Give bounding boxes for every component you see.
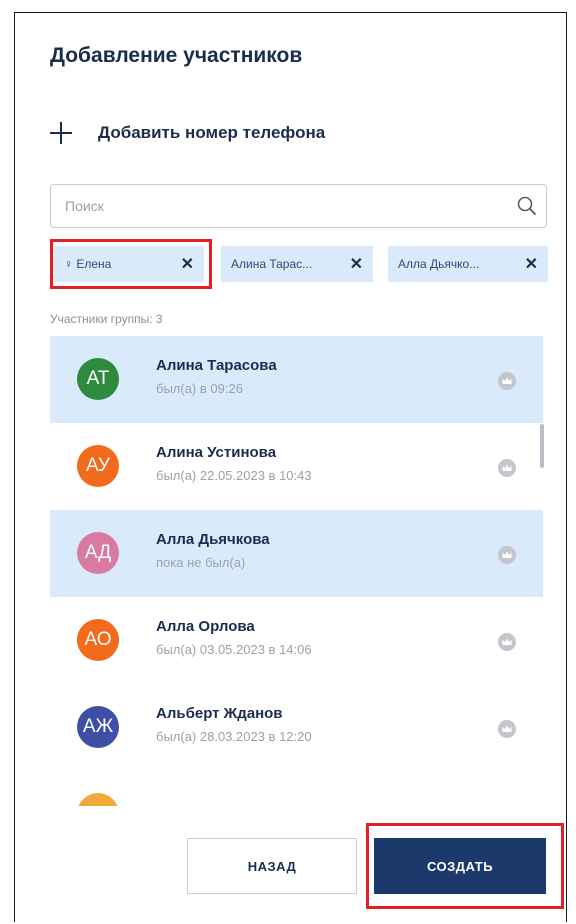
crown-icon[interactable] [498, 720, 516, 738]
contact-name: Алина Устинова [156, 444, 277, 461]
list-item[interactable]: АТ Алина Тарасова был(а) в 09:26 [50, 336, 543, 423]
contact-list: АТ Алина Тарасова был(а) в 09:26 АУ Алин… [50, 336, 543, 806]
avatar: АУ [77, 445, 119, 487]
list-item[interactable]: АУ Алина Устинова был(а) 22.05.2023 в 10… [50, 423, 543, 510]
contact-name: Альберт Жданов [156, 705, 283, 722]
back-button[interactable]: НАЗАД [187, 838, 357, 894]
list-item[interactable]: АО Алла Орлова был(а) 03.05.2023 в 14:06 [50, 597, 543, 684]
avatar: АТ [77, 358, 119, 400]
contact-name: Алла Дьячкова [156, 531, 270, 548]
selected-chips: ♀ Елена ✕ Алина Тарас... ✕ Алла Дьячко..… [50, 246, 550, 282]
close-icon[interactable]: ✕ [181, 254, 194, 274]
list-scrollbar[interactable] [540, 424, 544, 468]
contact-status: пока не был(а) [156, 555, 246, 570]
search-icon[interactable] [516, 195, 538, 217]
crown-icon[interactable] [498, 372, 516, 390]
add-phone-label: Добавить номер телефона [98, 123, 326, 142]
contact-name: Алла Орлова [156, 618, 255, 635]
search-box [50, 184, 547, 228]
chip-label: Алина Тарас... [231, 257, 313, 271]
search-input[interactable] [51, 185, 519, 227]
crown-icon[interactable] [498, 633, 516, 651]
avatar: АД [77, 532, 119, 574]
chip-label: Алла Дьячко... [398, 257, 480, 271]
crown-icon[interactable] [498, 546, 516, 564]
contact-status: был(а) 22.05.2023 в 10:43 [156, 468, 312, 483]
chip[interactable]: Алина Тарас... ✕ [221, 246, 373, 282]
contact-name: Алина Тарасова [156, 357, 277, 374]
create-button[interactable]: СОЗДАТЬ [374, 838, 546, 894]
close-icon[interactable]: ✕ [350, 254, 363, 274]
avatar: АО [77, 619, 119, 661]
close-icon[interactable]: ✕ [525, 254, 538, 274]
dialog-title: Добавление участников [50, 44, 303, 67]
contact-status: был(а) 03.05.2023 в 14:06 [156, 642, 312, 657]
plus-icon [50, 122, 72, 144]
contact-status: был(а) 28.03.2023 в 12:20 [156, 729, 312, 744]
avatar: АЖ [77, 706, 119, 748]
chip[interactable]: Алла Дьячко... ✕ [388, 246, 548, 282]
list-item[interactable]: АД Алла Дьячкова пока не был(а) [50, 510, 543, 597]
list-item[interactable] [50, 771, 543, 806]
chip[interactable]: ♀ Елена ✕ [54, 246, 204, 282]
contact-status: был(а) в 09:26 [156, 381, 243, 396]
avatar [77, 793, 119, 806]
members-count: Участники группы: 3 [50, 312, 163, 326]
list-item[interactable]: АЖ Альберт Жданов был(а) 28.03.2023 в 12… [50, 684, 543, 771]
chip-label: ♀ Елена [64, 257, 112, 271]
add-phone-button[interactable]: Добавить номер телефона [50, 118, 325, 148]
crown-icon[interactable] [498, 459, 516, 477]
